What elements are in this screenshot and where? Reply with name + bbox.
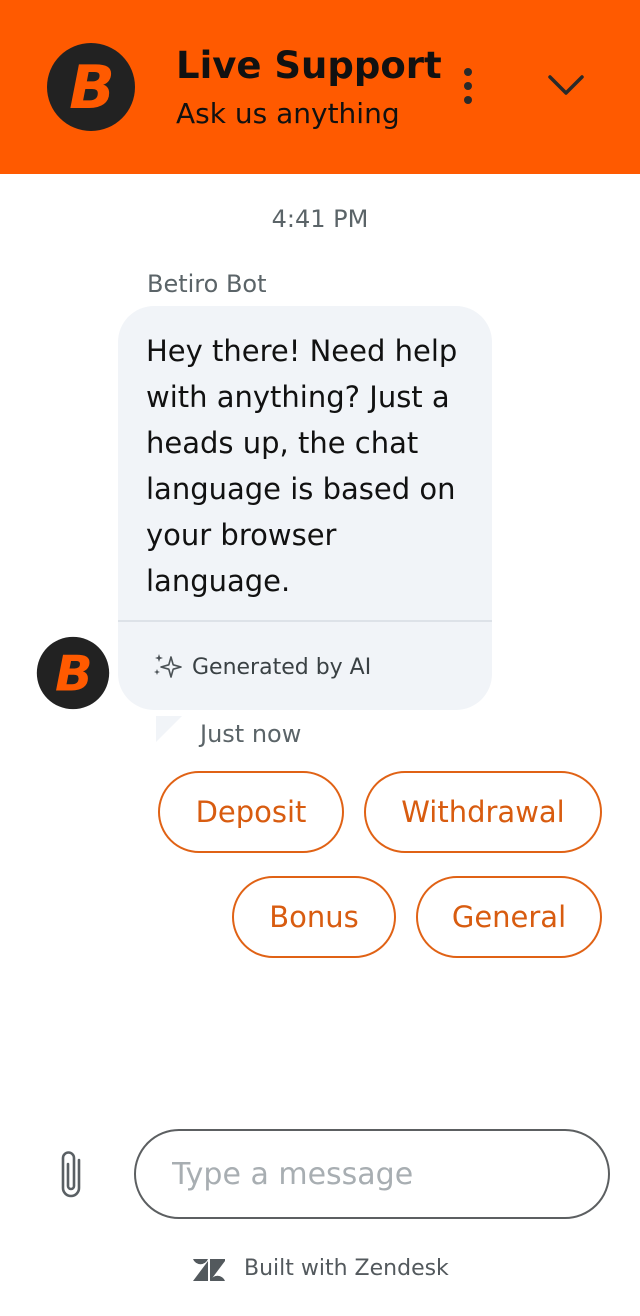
attach-file-button[interactable] xyxy=(52,1146,92,1206)
logo-letter: B xyxy=(69,53,115,123)
zendesk-icon xyxy=(193,1259,225,1281)
message-time: Just now xyxy=(200,720,302,748)
quick-reply-general[interactable]: General xyxy=(416,876,602,958)
more-vertical-icon xyxy=(464,68,472,104)
quick-reply-withdrawal[interactable]: Withdrawal xyxy=(364,771,602,853)
bot-avatar-icon: B xyxy=(36,636,110,710)
chevron-down-icon xyxy=(548,75,584,95)
bot-message-bubble: Hey there! Need help with anything? Just… xyxy=(118,306,492,710)
zendesk-footer-link[interactable]: Built with Zendesk xyxy=(0,1252,640,1292)
paperclip-icon xyxy=(61,1151,81,1198)
bubble-tail xyxy=(156,716,182,742)
message-text: Hey there! Need help with anything? Just… xyxy=(146,334,458,598)
options-menu-button[interactable] xyxy=(448,62,488,110)
header-title: Live Support xyxy=(176,44,442,87)
brand-logo-icon: B xyxy=(47,43,135,131)
collapse-button[interactable] xyxy=(542,60,590,108)
header-subtitle: Ask us anything xyxy=(176,97,400,130)
quick-reply-bonus[interactable]: Bonus xyxy=(232,876,396,958)
avatar-letter: B xyxy=(55,644,93,702)
quick-reply-deposit[interactable]: Deposit xyxy=(158,771,344,853)
ai-generated-label: Generated by AI xyxy=(192,655,372,680)
message-input[interactable] xyxy=(134,1129,610,1219)
footer-label: Built with Zendesk xyxy=(244,1256,449,1281)
chat-widget: B Live Support Ask us anything 4:41 PM B… xyxy=(0,0,640,1316)
bubble-divider xyxy=(118,620,492,622)
sparkle-icon xyxy=(154,654,182,678)
conversation-timestamp: 4:41 PM xyxy=(271,205,369,233)
chat-header: B Live Support Ask us anything xyxy=(0,0,640,174)
message-sender: Betiro Bot xyxy=(147,270,267,298)
